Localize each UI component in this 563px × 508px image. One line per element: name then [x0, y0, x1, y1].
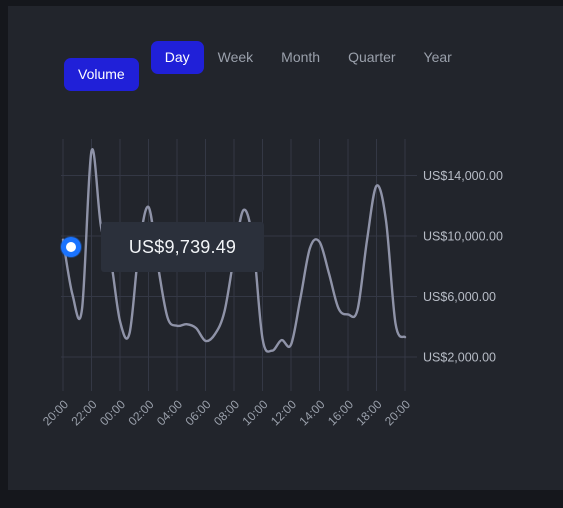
range-tab-day[interactable]: Day: [150, 41, 204, 74]
range-tab-week[interactable]: Week: [204, 41, 268, 74]
range-selector: Day Week Month Quarter Year: [150, 38, 473, 74]
range-tab-year[interactable]: Year: [410, 41, 466, 74]
tooltip-value-label: US$9,739.49: [128, 236, 237, 257]
x-axis-tick-label: 18:00: [353, 397, 384, 428]
chart-controls: Volume Day Week Month Quarter Year: [64, 38, 524, 91]
volume-button-wrapper: Volume: [64, 38, 139, 91]
x-axis-tick-label: 06:00: [182, 397, 213, 428]
range-tab-quarter[interactable]: Quarter: [334, 41, 409, 74]
x-axis-tick-label: 20:00: [382, 397, 413, 428]
y-axis-tick-label: US$10,000.00: [423, 229, 503, 243]
x-axis-tick-label: 08:00: [211, 397, 242, 428]
y-axis-tick-label: US$6,000.00: [423, 290, 496, 304]
x-axis-tick-label: 20:00: [40, 397, 71, 428]
x-axis-tick-label: 16:00: [325, 397, 356, 428]
x-axis-tick-label: 02:00: [125, 397, 156, 428]
app-root: Volume Day Week Month Quarter Year US$14…: [0, 0, 563, 508]
x-axis-tick-labels: 20:0022:0000:0002:0004:0006:0008:0010:00…: [40, 397, 413, 428]
x-axis-tick-label: 00:00: [97, 397, 128, 428]
x-axis-tick-label: 14:00: [296, 397, 327, 428]
y-axis-tick-label: US$14,000.00: [423, 169, 503, 183]
y-axis-tick-label: US$2,000.00: [423, 350, 496, 364]
x-axis-tick-label: 22:00: [68, 397, 99, 428]
x-axis-tick-label: 04:00: [154, 397, 185, 428]
x-axis-tick-label: 12:00: [268, 397, 299, 428]
value-tooltip: US$9,739.49: [101, 222, 264, 272]
highlighted-data-point-marker[interactable]: [61, 237, 81, 257]
volume-button[interactable]: Volume: [64, 58, 139, 91]
chart-card-panel: Volume Day Week Month Quarter Year US$14…: [8, 6, 563, 490]
range-tab-month[interactable]: Month: [267, 41, 334, 74]
y-axis-tick-labels: US$14,000.00 US$10,000.00 US$6,000.00 US$2,…: [423, 169, 503, 364]
x-axis-tick-label: 10:00: [239, 397, 270, 428]
